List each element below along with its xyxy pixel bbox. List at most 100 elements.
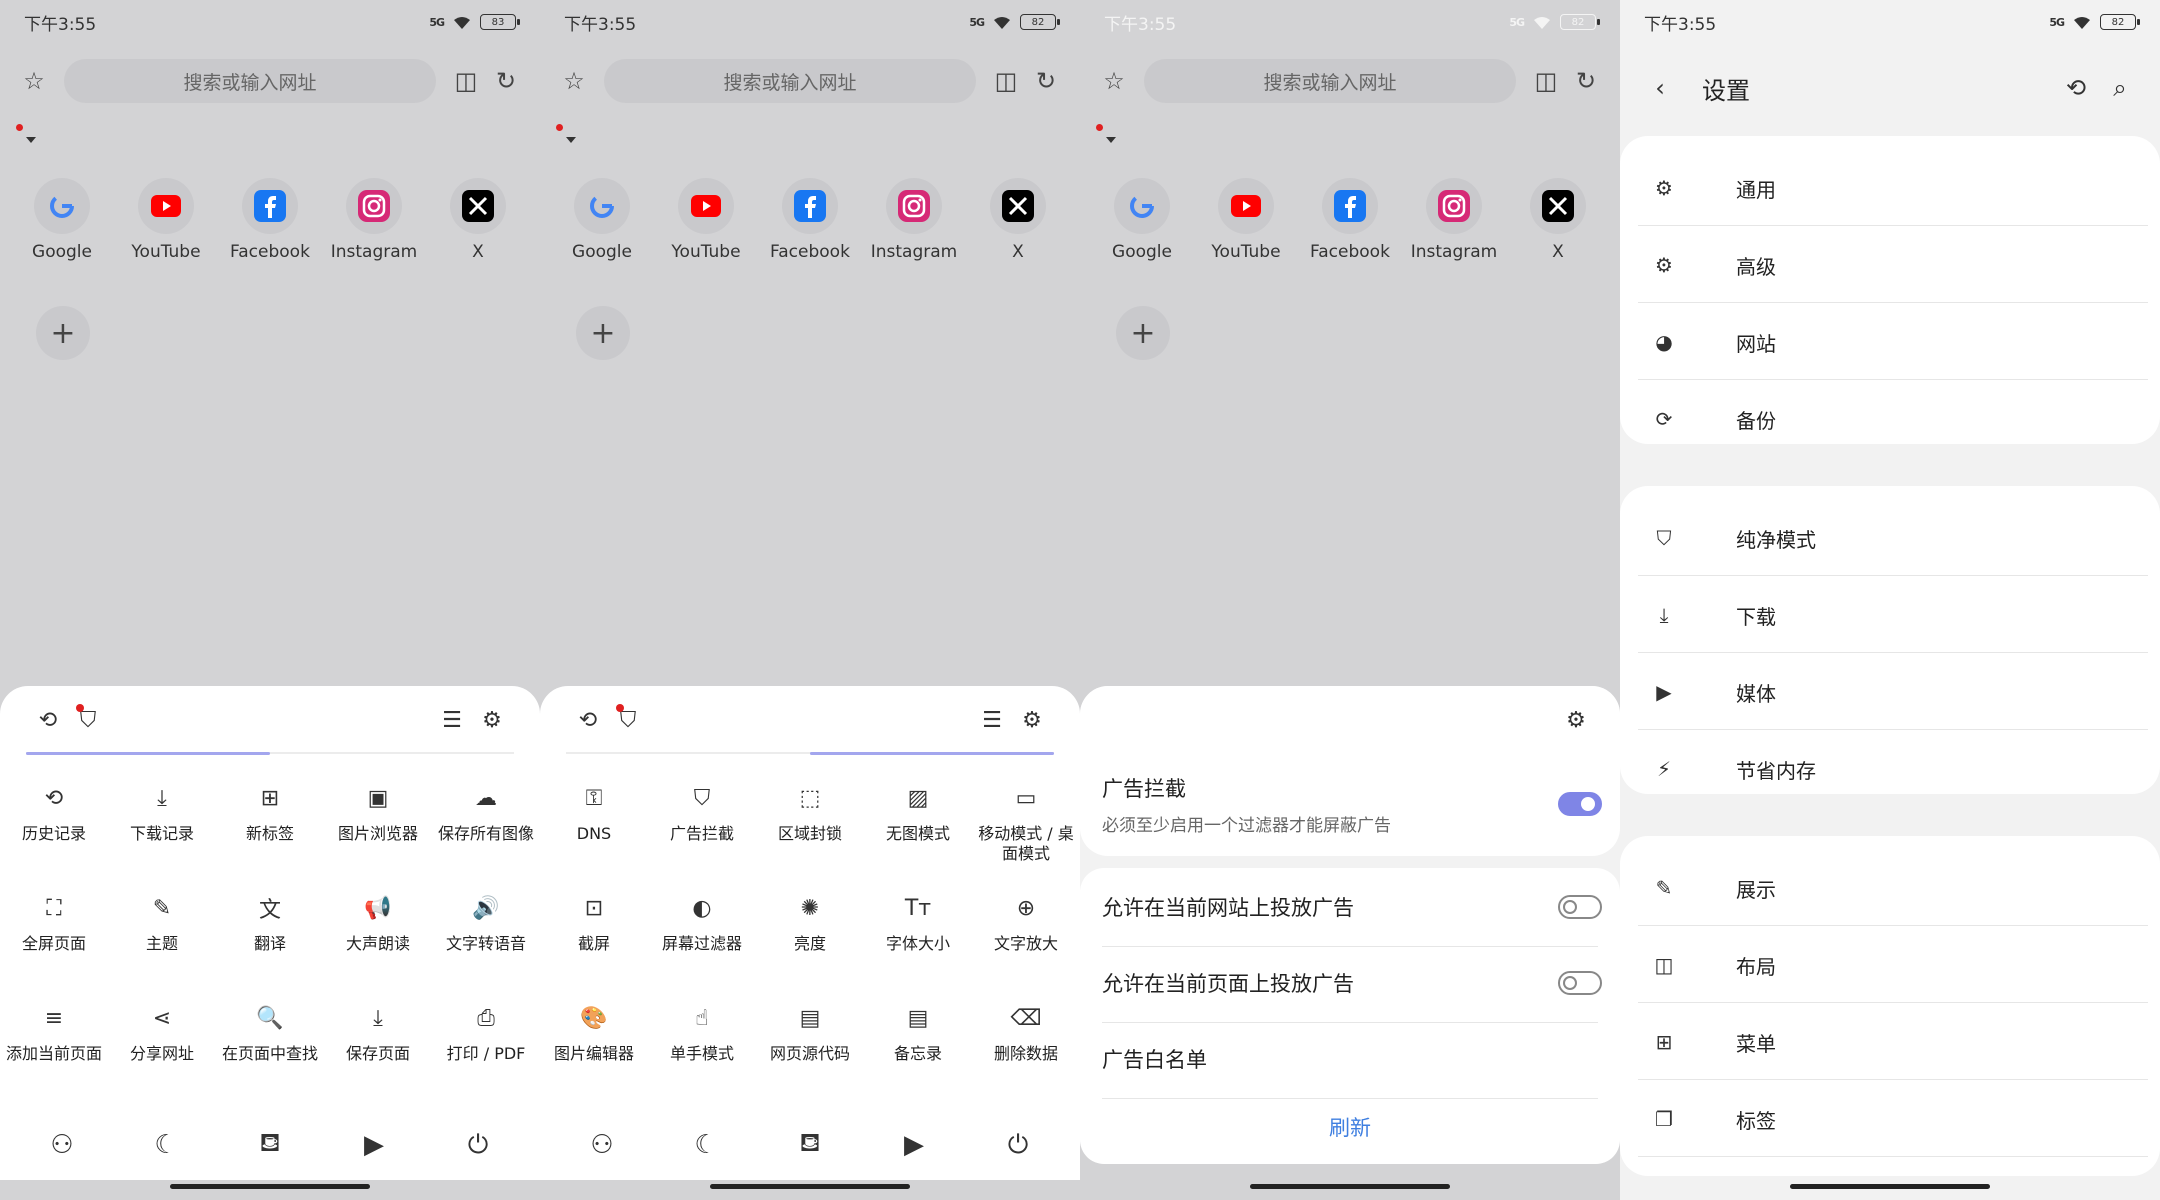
shortcut-instagram[interactable]: Instagram [322,178,426,262]
reload-icon[interactable]: ↻ [486,61,526,101]
layout-toggle-icon[interactable]: ☰ [972,700,1012,740]
bookmark-star-icon[interactable]: ☆ [14,61,54,101]
settings-row[interactable]: ⚙ 通用 [1620,150,2160,226]
back-arrow-icon[interactable]: ‹ [1638,66,1682,110]
menu-item[interactable]: ✎ 主题 [108,888,216,984]
search-icon[interactable]: ⌕ [2098,66,2142,110]
video-icon[interactable]: ▶ [350,1121,398,1169]
menu-item[interactable]: 📢 大声朗读 [324,888,432,984]
menu-item[interactable]: ⟲ 历史记录 [0,778,108,874]
shortcut-x[interactable]: X [1506,178,1610,262]
shortcut-youtube[interactable]: YouTube [114,178,218,262]
settings-row[interactable]: ▶ 媒体 [1620,654,2160,730]
settings-row[interactable]: ⟳ 备份 [1620,381,2160,457]
settings-row[interactable]: ⚡ 节省内存 [1620,731,2160,807]
settings-gear-icon[interactable]: ⚙ [1012,700,1052,740]
settings-row[interactable]: ⛉ 纯净模式 [1620,500,2160,576]
shortcut-google[interactable]: Google [1090,178,1194,262]
layout-toggle-icon[interactable]: ☰ [432,700,472,740]
menu-item[interactable]: ⊞ 新标签 [216,778,324,874]
refresh-button[interactable]: 刷新 [1080,1112,1620,1142]
settings-row[interactable]: ⚙ 高级 [1620,227,2160,303]
menu-item[interactable]: ✺ 亮度 [756,888,864,984]
adblock-toggle-row[interactable]: 广告拦截 必须至少启用一个过滤器才能屏蔽广告 [1102,774,1602,836]
settings-row[interactable]: ✎ 展示 [1620,850,2160,926]
adblock-shield-icon[interactable]: ⛉ [608,700,648,740]
tab-indicator[interactable] [1096,124,1116,143]
extensions-icon[interactable]: ⚇ [578,1121,626,1169]
menu-item[interactable]: ▣ 图片浏览器 [324,778,432,874]
shortcut-facebook[interactable]: Facebook [218,178,322,262]
whitelist-row[interactable]: 广告白名单 [1102,1034,1602,1084]
reset-icon[interactable]: ⟲ [2054,66,2098,110]
menu-item[interactable]: ⋖ 分享网址 [108,998,216,1094]
menu-item[interactable]: Tт 字体大小 [864,888,972,984]
menu-item[interactable]: ⚿ DNS [540,778,648,874]
allow-page-row[interactable]: 允许在当前页面上投放广告 [1102,958,1602,1008]
add-shortcut-button[interactable]: + [576,306,630,360]
menu-item[interactable]: ▤ 网页源代码 [756,998,864,1094]
menu-item[interactable]: ⤓ 保存页面 [324,998,432,1094]
menu-item[interactable]: 🔊 文字转语音 [432,888,540,984]
reader-mode-icon[interactable]: ◫ [446,61,486,101]
menu-item[interactable]: ☝ 单手模式 [648,998,756,1094]
reader-mode-icon[interactable]: ◫ [986,61,1026,101]
add-shortcut-button[interactable]: + [36,306,90,360]
reader-mode-icon[interactable]: ◫ [1526,61,1566,101]
shortcut-google[interactable]: Google [550,178,654,262]
menu-item[interactable]: ⊡ 截屏 [540,888,648,984]
adblock-shield-icon[interactable]: ⛉ [68,700,108,740]
shortcut-youtube[interactable]: YouTube [654,178,758,262]
settings-gear-icon[interactable]: ⚙ [472,700,512,740]
shortcut-facebook[interactable]: Facebook [1298,178,1402,262]
night-mode-icon[interactable]: ☾ [142,1121,190,1169]
menu-item[interactable]: ⛉ 广告拦截 [648,778,756,874]
address-bar[interactable]: 搜索或输入网址 [1144,59,1516,103]
undo-icon[interactable]: ⟲ [568,700,608,740]
menu-item[interactable]: ▤ 备忘录 [864,998,972,1094]
adblock-settings-gear-icon[interactable]: ⚙ [1556,700,1596,740]
menu-item[interactable]: ⌫ 删除数据 [972,998,1080,1094]
settings-row[interactable]: ◕ 网站 [1620,304,2160,380]
reload-icon[interactable]: ↻ [1026,61,1066,101]
menu-item[interactable]: ☁ 保存所有图像 [432,778,540,874]
bookmarks-icon[interactable]: ⛾ [246,1121,294,1169]
menu-item[interactable]: ▨ 无图模式 [864,778,972,874]
tab-indicator[interactable] [16,124,36,143]
shortcut-instagram[interactable]: Instagram [862,178,966,262]
menu-item[interactable]: ≡ 添加当前页面 [0,998,108,1094]
settings-row[interactable]: ❐ 标签 [1620,1081,2160,1157]
menu-item[interactable]: ⬚ 区域封锁 [756,778,864,874]
reload-icon[interactable]: ↻ [1566,61,1606,101]
allow-site-row[interactable]: 允许在当前网站上投放广告 [1102,882,1602,932]
menu-item[interactable]: ◐ 屏幕过滤器 [648,888,756,984]
menu-item[interactable]: ▭ 移动模式 / 桌面模式 [972,778,1080,874]
settings-row[interactable]: ⊞ 菜单 [1620,1004,2160,1080]
power-icon[interactable]: ⏻ [994,1121,1042,1169]
menu-item[interactable]: 🔍 在页面中查找 [216,998,324,1094]
shortcut-x[interactable]: X [966,178,1070,262]
extensions-icon[interactable]: ⚇ [38,1121,86,1169]
shortcut-facebook[interactable]: Facebook [758,178,862,262]
bookmark-star-icon[interactable]: ☆ [1094,61,1134,101]
menu-item[interactable]: ⛶ 全屏页面 [0,888,108,984]
night-mode-icon[interactable]: ☾ [682,1121,730,1169]
shortcut-x[interactable]: X [426,178,530,262]
allow-site-toggle[interactable] [1558,895,1602,919]
bookmark-star-icon[interactable]: ☆ [554,61,594,101]
shortcut-youtube[interactable]: YouTube [1194,178,1298,262]
menu-item[interactable]: 🎨 图片编辑器 [540,998,648,1094]
address-bar[interactable]: 搜索或输入网址 [604,59,976,103]
tab-indicator[interactable] [556,124,576,143]
settings-row[interactable]: ◫ 布局 [1620,927,2160,1003]
add-shortcut-button[interactable]: + [1116,306,1170,360]
menu-item[interactable]: ⤓ 下载记录 [108,778,216,874]
bookmarks-icon[interactable]: ⛾ [786,1121,834,1169]
undo-icon[interactable]: ⟲ [28,700,68,740]
menu-item[interactable]: 文翻译 [216,888,324,984]
address-bar[interactable]: 搜索或输入网址 [64,59,436,103]
video-icon[interactable]: ▶ [890,1121,938,1169]
settings-row[interactable]: ⤓ 下载 [1620,577,2160,653]
shortcut-google[interactable]: Google [10,178,114,262]
shortcut-instagram[interactable]: Instagram [1402,178,1506,262]
